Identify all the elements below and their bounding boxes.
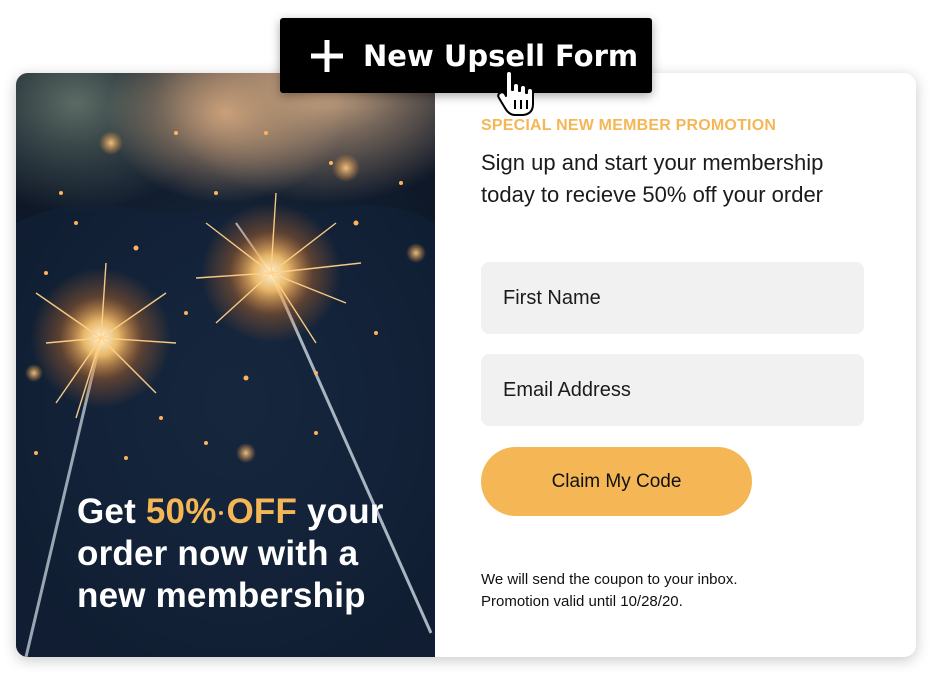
signup-form: SPECIAL NEW MEMBER PROMOTION Sign up and… xyxy=(435,73,916,657)
upsell-form-card: Get 50% OFF your order now with a new me… xyxy=(16,73,916,657)
first-name-input[interactable] xyxy=(481,262,864,334)
hand-pointer-icon xyxy=(497,70,534,116)
headline-accent: 50% OFF xyxy=(145,492,298,531)
intro-text: Sign up and start your membership today … xyxy=(481,150,824,207)
plus-icon xyxy=(311,40,343,72)
promotion-eyebrow: SPECIAL NEW MEMBER PROMOTION xyxy=(481,117,777,134)
headline-prefix: Get xyxy=(77,492,146,531)
promo-headline: Get 50% OFF your order now with a new me… xyxy=(77,491,417,617)
claim-code-button[interactable]: Claim My Code xyxy=(481,447,752,516)
footnote: We will send the coupon to your inbox. P… xyxy=(481,569,881,613)
promo-image: Get 50% OFF your order now with a new me… xyxy=(16,73,435,657)
footnote-line-1: We will send the coupon to your inbox. xyxy=(481,571,738,588)
footnote-line-2: Promotion valid until 10/28/20. xyxy=(481,593,683,610)
email-input[interactable] xyxy=(481,354,864,426)
new-upsell-form-button[interactable]: New Upsell Form xyxy=(280,18,652,93)
